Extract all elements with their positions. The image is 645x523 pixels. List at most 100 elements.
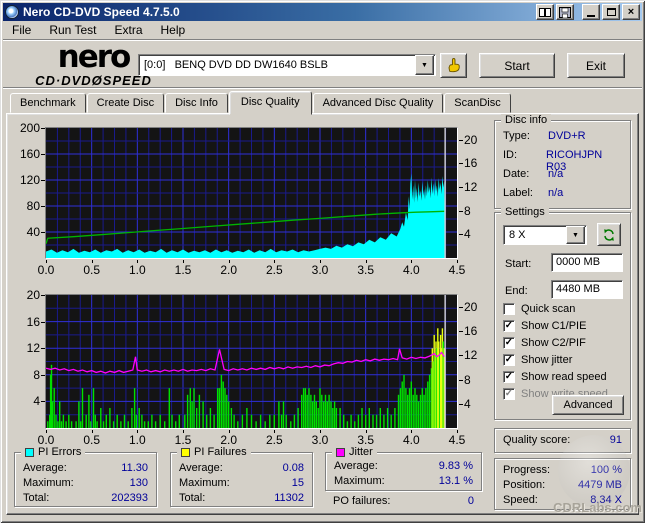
hand-icon <box>448 58 460 73</box>
pi-failures-title: PI Failures <box>194 446 247 458</box>
jitter-title: Jitter <box>349 446 373 458</box>
checkbox-box[interactable]: ✓ <box>503 371 515 383</box>
maximize-button[interactable] <box>602 4 620 20</box>
check-icon: ✓ <box>504 353 514 365</box>
checkbox-show-c1-pie[interactable]: ✓ Show C1/PIE <box>503 319 586 333</box>
menu-file[interactable]: File <box>3 21 40 39</box>
tab-advanced-disc-quality[interactable]: Advanced Disc Quality <box>312 93 444 113</box>
maximize-icon <box>606 8 616 16</box>
pi-errors-title: PI Errors <box>38 446 82 458</box>
menu-run-test[interactable]: Run Test <box>40 21 105 39</box>
settings-legend: Settings <box>501 206 549 218</box>
tab-disc-quality[interactable]: Disc Quality <box>228 91 312 115</box>
pie-maximum-value: 130 <box>129 477 148 489</box>
speed-select[interactable]: 8 X ▼ <box>503 225 587 245</box>
pie-maximum-label: Maximum: <box>23 477 74 489</box>
checkbox-box[interactable]: ✓ <box>503 354 515 366</box>
po-failures-row: PO failures: 0 <box>333 495 474 507</box>
advanced-button-label: Advanced <box>563 399 613 411</box>
pi-failures-swatch-icon <box>181 447 190 457</box>
checkbox-show-jitter[interactable]: ✓ Show jitter <box>503 353 572 367</box>
jitter-maximum-label: Maximum: <box>334 475 385 487</box>
checkbox-label: Show C2/PIF <box>521 337 586 349</box>
end-position-label: End: <box>505 285 528 297</box>
chevron-down-icon: ▼ <box>421 61 428 69</box>
speed-select-value: 8 X <box>509 229 526 241</box>
disc-label-value: n/a <box>548 187 564 199</box>
eject-lock-button[interactable] <box>440 53 467 78</box>
pie-average-value: 11.30 <box>121 462 148 474</box>
jitter-panel: Jitter Average: 9.83 % Maximum: 13.1 % <box>325 446 482 491</box>
tab-scandisc[interactable]: ScanDisc <box>444 93 511 113</box>
pi-errors-legend: PI Errors <box>21 446 86 458</box>
pi-failures-chart-canvas <box>45 295 457 429</box>
menu-bar: File Run Test Extra Help <box>3 21 642 40</box>
disc-id-label: ID: <box>503 149 518 161</box>
pie-total-label: Total: <box>23 492 50 504</box>
drive-select[interactable]: [0:0] BENQ DVD DD DW1640 BSLB ▼ <box>138 54 436 76</box>
jitter-maximum-value: 13.1 % <box>438 475 473 487</box>
pi-failures-legend: PI Failures <box>177 446 251 458</box>
checkbox-label: Quick scan <box>521 303 576 315</box>
pi-errors-panel: PI Errors Average: 11.30 Maximum: 130 Tota… <box>14 446 157 507</box>
advanced-button[interactable]: Advanced <box>552 395 624 415</box>
title-bar[interactable]: Nero CD-DVD Speed 4.7.5.0 × <box>3 3 642 21</box>
menu-help[interactable]: Help <box>152 21 195 39</box>
start-position-label: Start: <box>505 258 532 270</box>
tab-disc-info[interactable]: Disc Info <box>165 93 228 113</box>
pi-errors-chart <box>45 127 458 259</box>
pif-average-value: 0.08 <box>282 462 304 474</box>
disc-date-value: n/a <box>548 168 564 180</box>
pif-average-label: Average: <box>179 462 223 474</box>
checkbox-label: Show read speed <box>521 371 607 383</box>
disc-date-label: Date: <box>503 168 530 180</box>
disc-type-value: DVD+R <box>548 130 586 142</box>
checkbox-quick-scan[interactable]: ✓ Quick scan <box>503 302 575 316</box>
tab-benchmark[interactable]: Benchmark <box>10 93 86 113</box>
pi-failures-panel: PI Failures Average: 0.08 Maximum: 15 Tota… <box>170 446 313 507</box>
minimize-button[interactable] <box>582 4 600 20</box>
checkbox-box[interactable]: ✓ <box>503 320 515 332</box>
pi-errors-chart-canvas <box>45 128 457 258</box>
check-icon: ✓ <box>504 370 514 382</box>
checkbox-box[interactable]: ✓ <box>503 303 515 315</box>
menu-extra[interactable]: Extra <box>105 21 151 39</box>
report-button[interactable] <box>536 4 554 20</box>
disc-info-legend: Disc info <box>501 114 552 126</box>
checkbox-label: Show C1/PIE <box>521 320 587 332</box>
checkbox-box[interactable]: ✓ <box>503 337 515 349</box>
checkbox-box[interactable]: ✓ <box>503 388 515 400</box>
tab-create-disc[interactable]: Create Disc <box>86 93 165 113</box>
po-failures-label: PO failures: <box>333 495 391 507</box>
jitter-legend: Jitter <box>332 446 377 458</box>
end-position-input[interactable]: 4480 MB <box>551 280 623 299</box>
checkbox-show-read-speed[interactable]: ✓ Show read speed <box>503 370 607 384</box>
settings-panel: Settings 8 X ▼ Start: 0000 MB End: 4480 … <box>494 206 631 420</box>
jitter-average-label: Average: <box>334 460 378 472</box>
close-icon: × <box>627 5 635 18</box>
check-icon: ✓ <box>504 336 514 348</box>
refresh-button[interactable] <box>597 223 621 246</box>
start-button[interactable]: Start <box>479 53 555 78</box>
pif-total-label: Total: <box>179 492 206 504</box>
cd-watermark <box>558 435 630 507</box>
save-button[interactable] <box>556 4 574 20</box>
settings-title: Settings <box>505 206 545 218</box>
chevron-down-icon: ▼ <box>572 231 579 239</box>
window-title: Nero CD-DVD Speed 4.7.5.0 <box>23 5 180 19</box>
refresh-icon <box>604 228 614 241</box>
disc-info-title: Disc info <box>505 114 548 126</box>
close-button[interactable]: × <box>622 4 640 20</box>
start-position-input[interactable]: 0000 MB <box>551 253 623 272</box>
pi-failures-jitter-chart <box>45 294 458 429</box>
start-button-label: Start <box>504 58 530 73</box>
speed-select-dropdown-button[interactable]: ▼ <box>566 226 585 244</box>
exit-button[interactable]: Exit <box>567 53 625 78</box>
drive-select-dropdown-button[interactable]: ▼ <box>415 55 434 75</box>
pif-maximum-value: 15 <box>291 477 304 489</box>
drive-select-value: [0:0] BENQ DVD DD DW1640 BSLB <box>144 59 329 71</box>
tab-strip: Benchmark Create Disc Disc Info Disc Qua… <box>10 91 512 115</box>
disc-info-panel: Disc info Type: DVD+R ID: RICOHJPN R03 Dat… <box>494 114 631 209</box>
checkbox-label: Show jitter <box>521 354 573 366</box>
checkbox-show-c2-pif[interactable]: ✓ Show C2/PIF <box>503 336 586 350</box>
